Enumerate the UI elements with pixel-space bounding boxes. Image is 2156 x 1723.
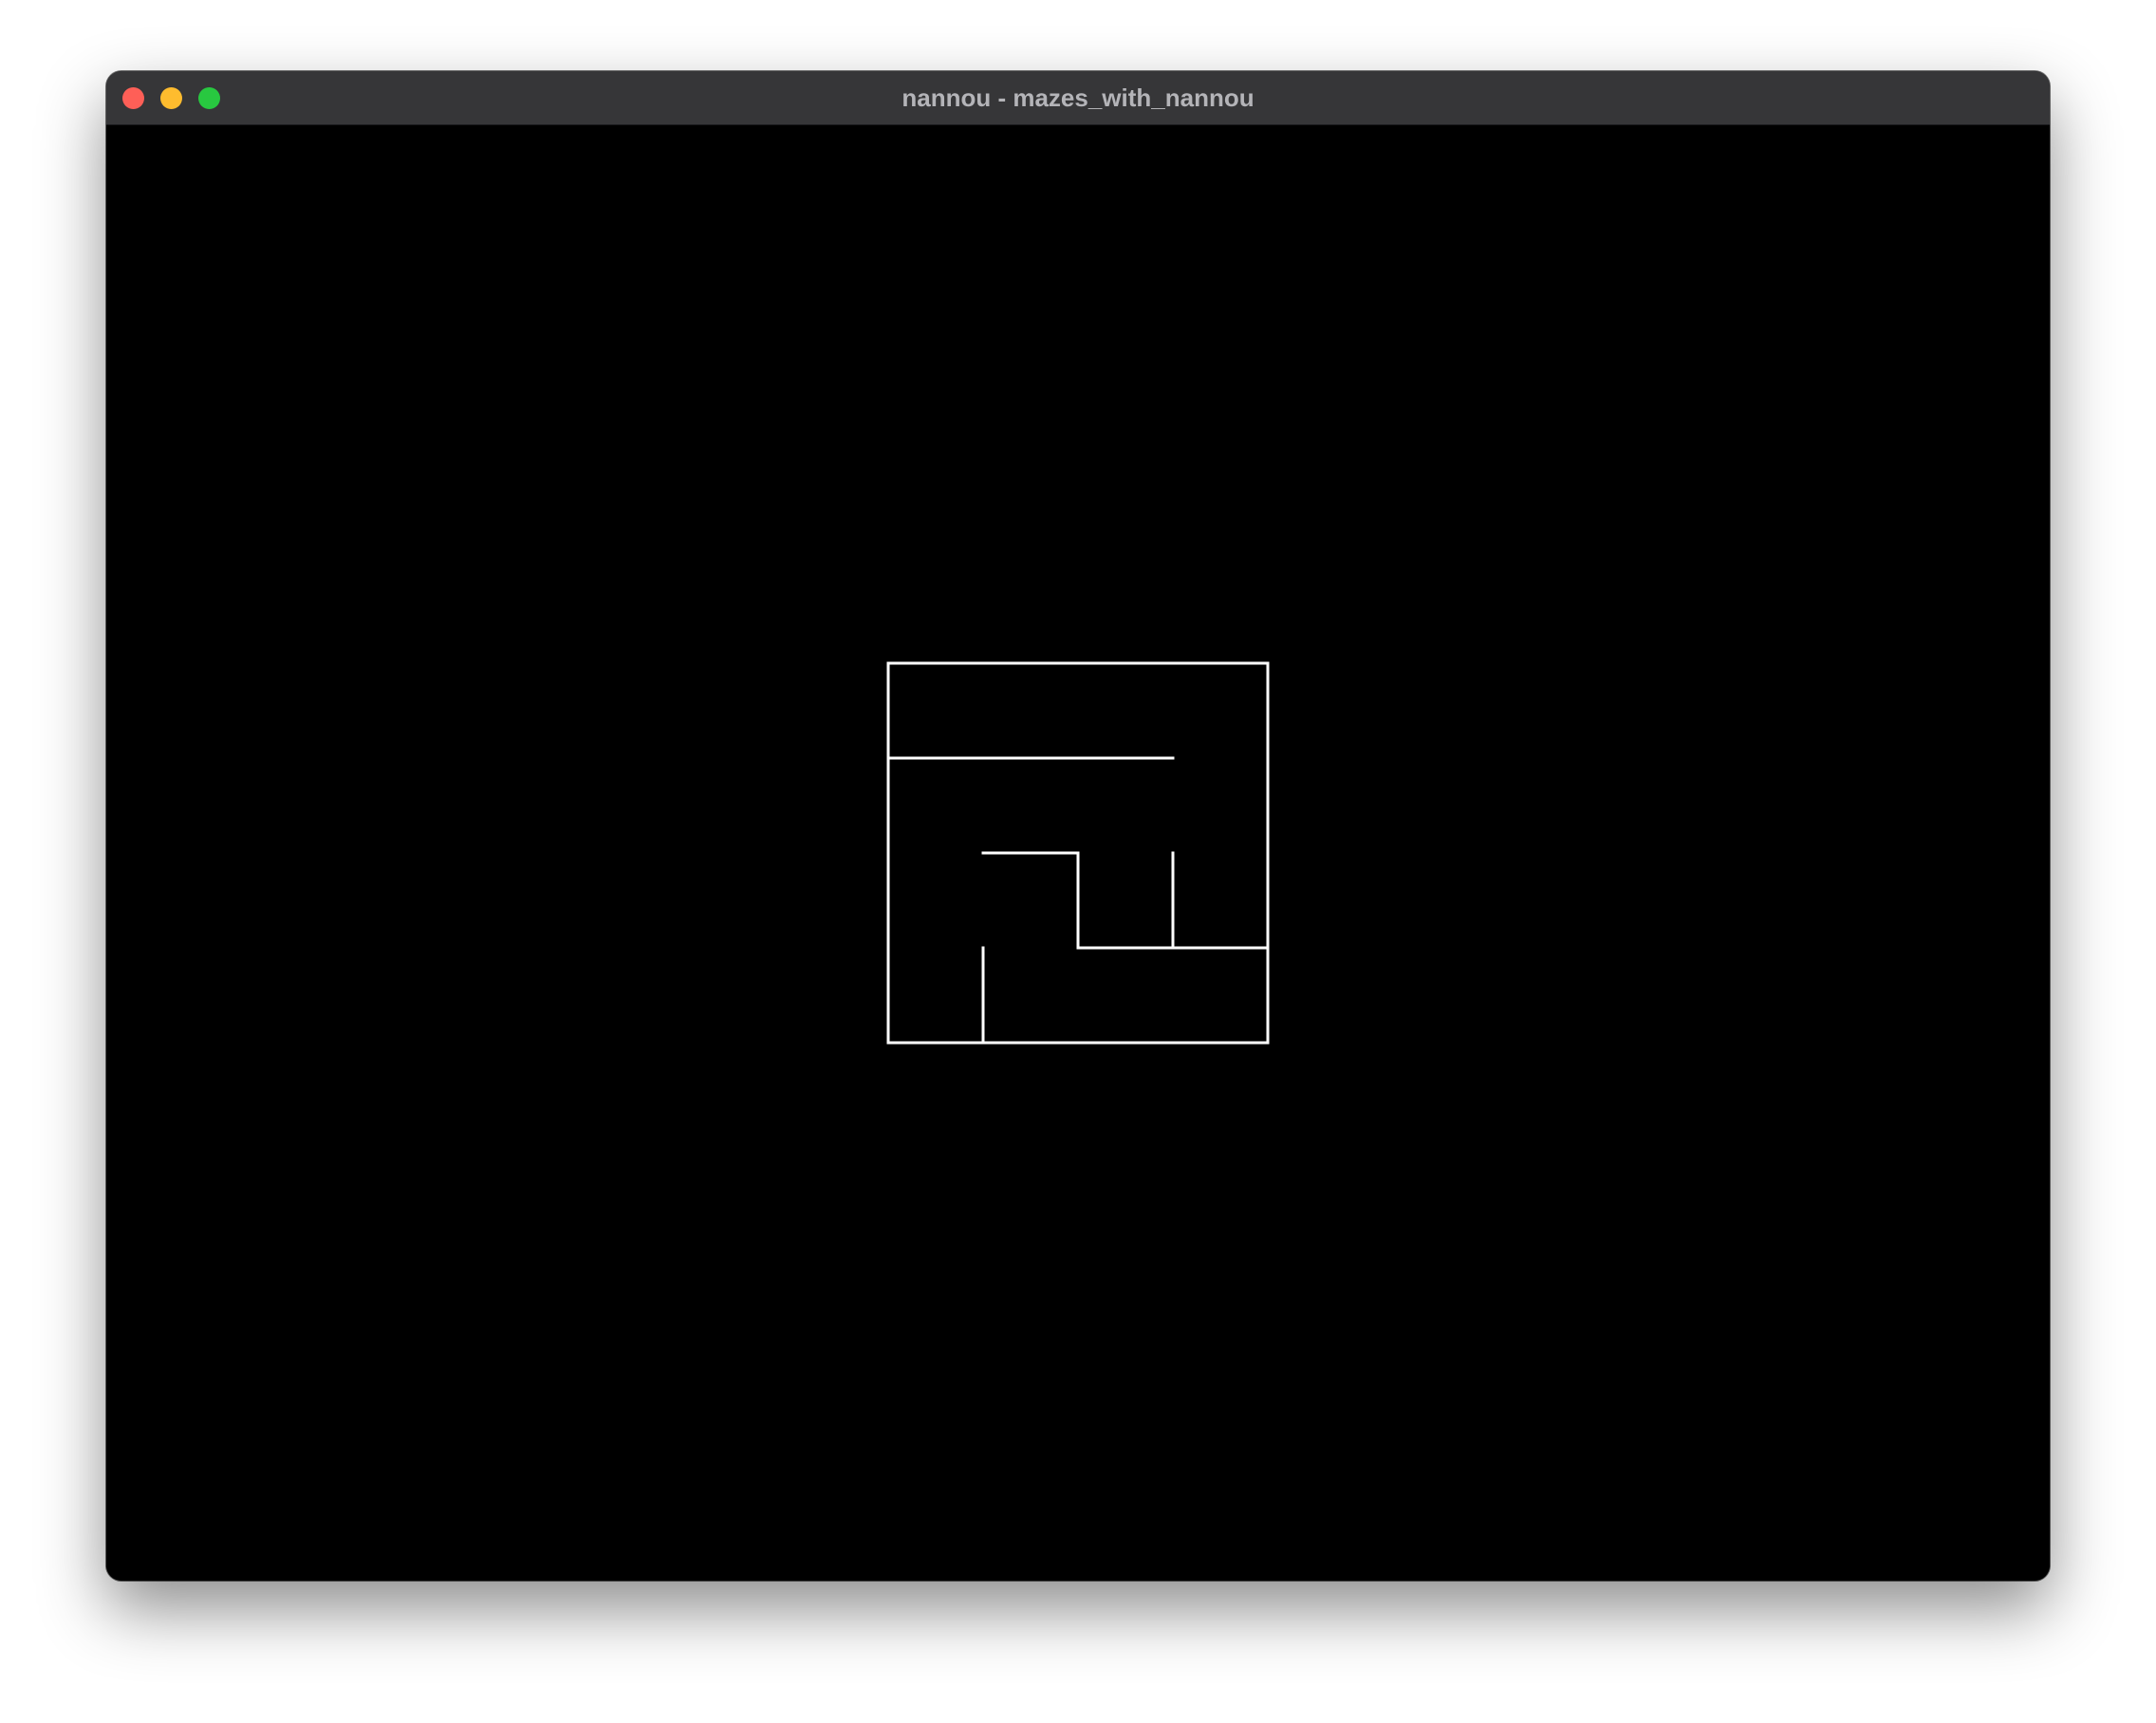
window-title: nannou - mazes_with_nannou (901, 83, 1255, 112)
drawing-canvas (106, 125, 2050, 1581)
app-window: nannou - mazes_with_nannou (106, 71, 2050, 1581)
maze-drawing (886, 661, 1270, 1045)
window-titlebar[interactable]: nannou - mazes_with_nannou (106, 71, 2050, 125)
